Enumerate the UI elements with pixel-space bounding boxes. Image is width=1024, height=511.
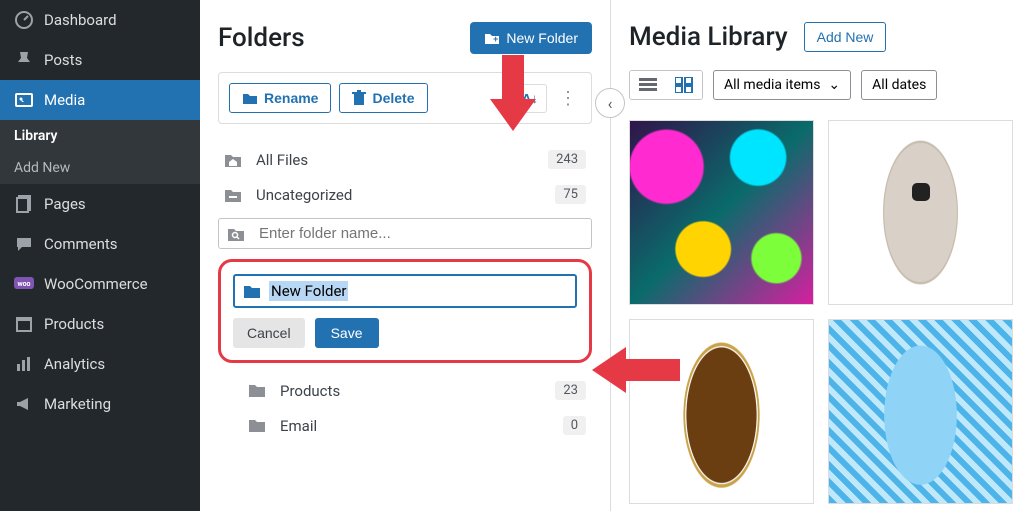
sidebar-label: Products [44,315,104,333]
new-folder-label: New Folder [506,30,578,46]
media-thumbnail[interactable] [629,120,814,305]
folder-list: All Files 243 Uncategorized 75 New Folde… [218,142,592,443]
delete-label: Delete [372,90,414,106]
sidebar-label: Marketing [44,395,111,413]
media-icon [14,90,34,110]
folder-icon [242,92,258,105]
woo-icon: woo [14,274,34,294]
rename-button[interactable]: Rename [229,83,331,113]
sidebar-item-pages[interactable]: Pages [0,184,200,224]
bars-icon [14,354,34,374]
panel-collapse-button[interactable]: ‹ [595,88,625,118]
cancel-button[interactable]: Cancel [233,318,305,348]
chevron-down-icon: ⌄ [828,77,840,93]
comment-icon [14,234,34,254]
trash-icon [352,90,366,106]
folder-plus-icon: + [484,31,500,45]
folder-count: 75 [555,185,586,204]
filter-label: All dates [872,77,926,93]
sidebar-label: Comments [44,235,118,253]
home-folder-icon [224,152,246,168]
media-type-filter[interactable]: All media items ⌄ [713,70,851,100]
folder-search[interactable] [218,218,592,249]
grid-view-icon [675,77,693,93]
sidebar-item-media[interactable]: Media [0,80,200,120]
media-thumbnail[interactable] [828,319,1013,504]
annotation-arrow-left [592,347,680,393]
folder-count: 243 [548,150,586,169]
chevron-left-icon: ‹ [608,94,613,113]
save-button[interactable]: Save [315,318,379,348]
archive-icon [14,314,34,334]
rename-label: Rename [264,90,318,106]
media-toolbar: All media items ⌄ All dates [629,70,1006,100]
list-view-icon [639,77,657,93]
media-grid [629,120,1006,504]
folder-count: 23 [555,381,586,400]
sidebar-sub-addnew[interactable]: Add New [0,152,200,184]
megaphone-icon [14,394,34,414]
media-library-title: Media Library [629,22,788,52]
folder-icon [243,284,261,299]
pages-icon [14,194,34,214]
sidebar-label: Posts [44,51,82,69]
folder-label: All Files [256,151,308,169]
view-grid-button[interactable] [666,71,702,99]
folder-label: Uncategorized [256,186,352,204]
folder-label: Email [280,417,317,435]
sidebar-label: Dashboard [44,11,117,29]
sidebar-item-dashboard[interactable]: Dashboard [0,0,200,40]
sidebar-item-comments[interactable]: Comments [0,224,200,264]
media-library-panel: Media Library Add New All media items ⌄ … [610,0,1024,511]
sidebar-item-products[interactable]: Products [0,304,200,344]
sidebar-label: WooCommerce [44,275,148,293]
svg-text:+: + [493,34,498,44]
new-folder-name-input[interactable]: New Folder [269,281,348,301]
more-options-icon[interactable]: ⋮ [555,88,581,109]
folder-search-input[interactable] [259,225,583,242]
folders-title: Folders [218,23,305,53]
folder-row-products[interactable]: Products 23 [242,373,592,408]
delete-button[interactable]: Delete [339,83,427,113]
folder-row-email[interactable]: Email 0 [242,408,592,443]
sidebar-label: Media [44,91,85,109]
date-filter[interactable]: All dates [861,70,937,100]
wp-admin-sidebar: Dashboard Posts Media Library Add New Pa… [0,0,200,511]
view-list-button[interactable] [630,71,666,99]
filter-label: All media items [724,77,820,93]
folder-row-uncategorized[interactable]: Uncategorized 75 [218,177,592,212]
folder-search-icon [227,226,249,242]
folder-count: 0 [563,416,586,435]
sidebar-label: Pages [44,195,86,213]
folder-dash-icon [224,187,246,203]
new-folder-card: New Folder Cancel Save [218,259,592,363]
view-toggle [629,70,703,100]
folder-row-allfiles[interactable]: All Files 243 [218,142,592,177]
sidebar-label: Analytics [44,355,105,373]
sidebar-item-woocommerce[interactable]: woo WooCommerce [0,264,200,304]
sidebar-sub-library[interactable]: Library [0,120,200,152]
gauge-icon [14,10,34,30]
folder-icon [248,383,270,398]
folder-label: Products [280,382,340,400]
sidebar-item-marketing[interactable]: Marketing [0,384,200,424]
folders-panel: Folders + New Folder Rename Delete A↓ ⋮ … [200,0,610,511]
sidebar-item-analytics[interactable]: Analytics [0,344,200,384]
add-new-button[interactable]: Add New [804,22,887,52]
new-folder-input-row[interactable]: New Folder [233,274,577,308]
sidebar-item-posts[interactable]: Posts [0,40,200,80]
media-thumbnail[interactable] [828,120,1013,305]
new-folder-button[interactable]: + New Folder [470,22,592,54]
annotation-arrow-down [490,55,536,135]
folder-icon [248,418,270,433]
sidebar-media-submenu: Library Add New [0,120,200,184]
svg-text:woo: woo [17,280,30,288]
pin-icon [14,50,34,70]
